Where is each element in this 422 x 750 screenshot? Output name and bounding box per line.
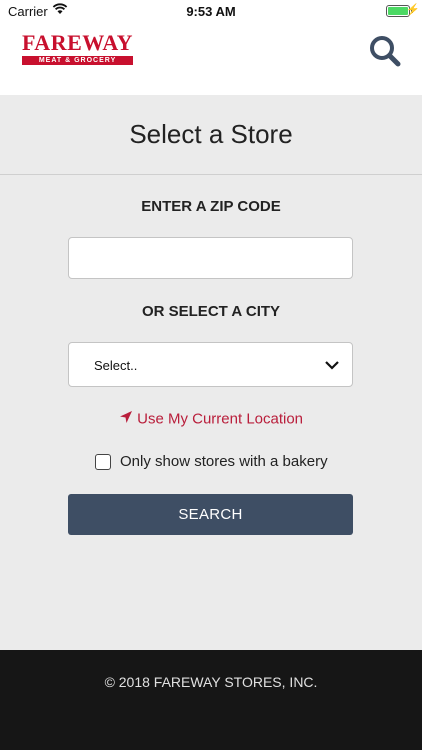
clock: 9:53 AM: [186, 4, 236, 19]
city-select[interactable]: Select..: [68, 342, 353, 387]
search-icon[interactable]: [368, 34, 402, 68]
city-select-value: Select..: [94, 358, 138, 373]
footer: © 2018 FAREWAY STORES, INC.: [0, 650, 422, 750]
location-link-label: Use My Current Location: [137, 410, 304, 428]
page-title-bar: Select a Store: [0, 95, 422, 175]
chevron-down-icon: [324, 358, 340, 376]
bakery-checkbox-label: Only show stores with a bakery: [120, 453, 328, 470]
fareway-logo[interactable]: FAREWAY MEAT & GROCERY: [22, 30, 134, 65]
app-header: FAREWAY MEAT & GROCERY: [0, 22, 422, 95]
copyright-text: © 2018 FAREWAY STORES, INC.: [104, 674, 318, 690]
zip-label: ENTER A ZIP CODE: [141, 198, 281, 215]
charging-icon: ⚡: [406, 4, 420, 16]
page-title: Select a Store: [129, 119, 293, 149]
bakery-checkbox[interactable]: [95, 454, 111, 470]
status-bar: Carrier 9:53 AM ⚡: [0, 0, 422, 22]
logo-tagline: MEAT & GROCERY: [22, 56, 134, 65]
use-current-location-link[interactable]: Use My Current Location: [0, 410, 422, 428]
zip-code-input[interactable]: [68, 237, 353, 279]
city-label: OR SELECT A CITY: [141, 303, 281, 320]
location-arrow-icon: [119, 411, 137, 428]
logo-wordmark: FAREWAY: [22, 30, 134, 55]
search-button[interactable]: SEARCH: [68, 494, 353, 535]
